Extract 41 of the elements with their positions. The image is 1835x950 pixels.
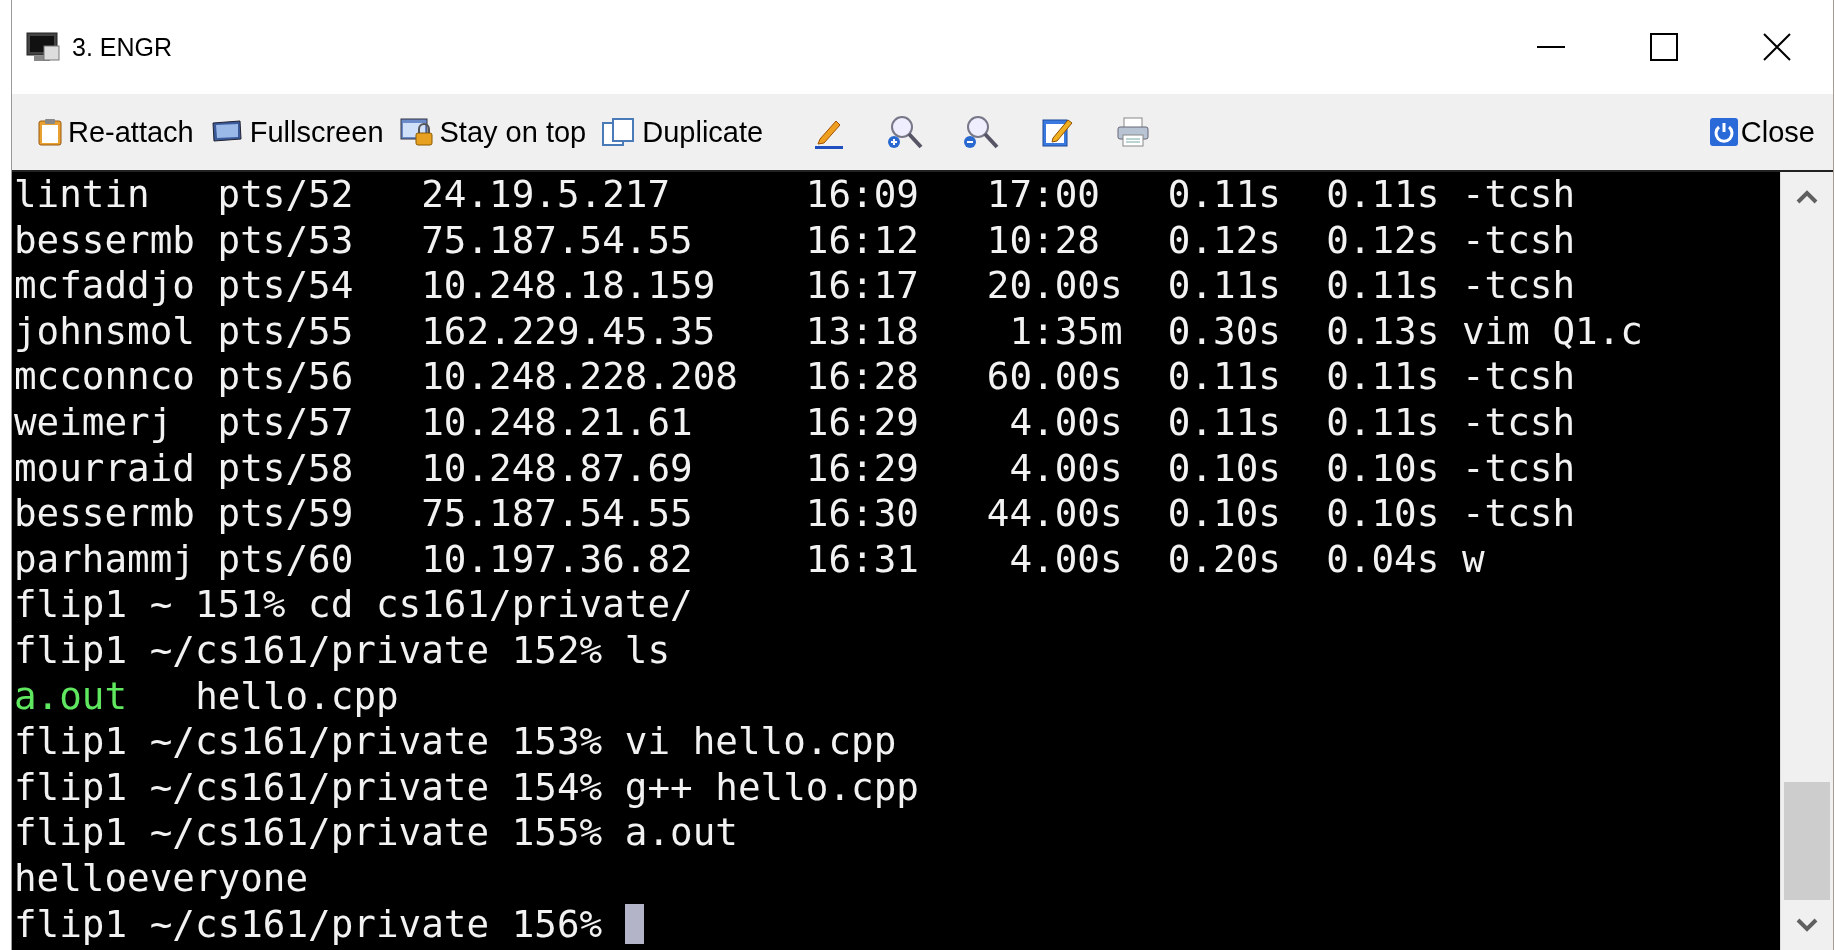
- terminal-line: flip1 ~/cs161/private 153% vi hello.cpp: [14, 719, 897, 765]
- close-icon: [1762, 33, 1791, 61]
- terminal-line: mourraid pts/58 10.248.87.69 16:29 4.00s 0.10s 0.10s -tcsh: [14, 445, 1576, 492]
- toolbar-button[interactable]: Duplicate: [594, 106, 772, 158]
- terminal-line: lintin pts/52 24.19.5.217 16:09 17:00 0.11s 0.11s -tcsh: [14, 172, 1576, 218]
- terminal-line: bessermb pts/59 75.187.54.55 16:30 44.00s 0.10s 0.10s -tcsh: [14, 491, 1576, 537]
- zoom-out-icon: [962, 114, 1001, 150]
- terminal-line: bessermb pts/53 75.187.54.55 16:12 10:28 0.12s 0.12s -tcsh: [14, 217, 1576, 264]
- chevron-down-icon: [1796, 918, 1818, 932]
- terminal-line: flip1 ~/cs161/private 152% ls: [14, 627, 671, 674]
- toolbar-button[interactable]: Re-attach: [30, 106, 202, 158]
- toolbar-button[interactable]: Stay on top: [391, 106, 595, 158]
- clipboard-icon: [38, 118, 62, 146]
- printer-icon: [1116, 116, 1151, 148]
- file-name: a.out: [14, 673, 128, 720]
- window-title: 3. ENGR: [72, 32, 173, 62]
- edit-icon: [1041, 116, 1074, 148]
- terminal-line: helloeveryone: [14, 855, 309, 902]
- terminal-line: flip1 ~/cs161/private 156%: [14, 901, 603, 948]
- terminal-line: flip1 ~ 151% cd cs161/private/: [14, 582, 693, 628]
- app-icon: [26, 32, 60, 62]
- terminal-line: johnsmol pts/55 162.229.45.35 13:18 1:35m 0.30s 0.13s vim Q1.c: [14, 308, 1643, 355]
- minimize-icon: [1536, 46, 1565, 48]
- terminal-line: weimerj pts/57 10.248.21.61 16:29 4.00s 0.11s 0.11s -tcsh: [14, 399, 1576, 446]
- terminal-line: parhammj pts/60 10.197.36.82 16:31 4.00s 0.20s 0.04s w: [14, 536, 1485, 583]
- scrollbar[interactable]: [1780, 172, 1833, 950]
- toolbar-button[interactable]: Fullscreen: [201, 106, 392, 158]
- chevron-up-icon: [1796, 190, 1818, 204]
- scrollbar-thumb[interactable]: [1784, 782, 1830, 900]
- close-button[interactable]: Close: [1700, 106, 1823, 158]
- zoom-in-icon: [886, 114, 925, 150]
- power-icon: [1708, 117, 1739, 147]
- terminal-line: mcconnco pts/56 10.248.228.208 16:28 60.00s 0.11s 0.11s -tcsh: [14, 354, 1576, 400]
- terminal-line: mcfaddjo pts/54 10.248.18.159 16:17 20.00s 0.11s 0.11s -tcsh: [14, 263, 1576, 309]
- terminal-line: flip1 ~/cs161/private 155% a.out: [14, 810, 738, 856]
- duplicate-icon: [602, 117, 637, 147]
- window-lock-icon: [399, 117, 434, 147]
- maximize-icon: [1649, 33, 1678, 61]
- monitor-icon: [209, 119, 244, 145]
- terminal-line: flip1 ~/cs161/private 154% g++ hello.cpp: [14, 764, 919, 811]
- file-name: hello.cpp: [195, 673, 399, 720]
